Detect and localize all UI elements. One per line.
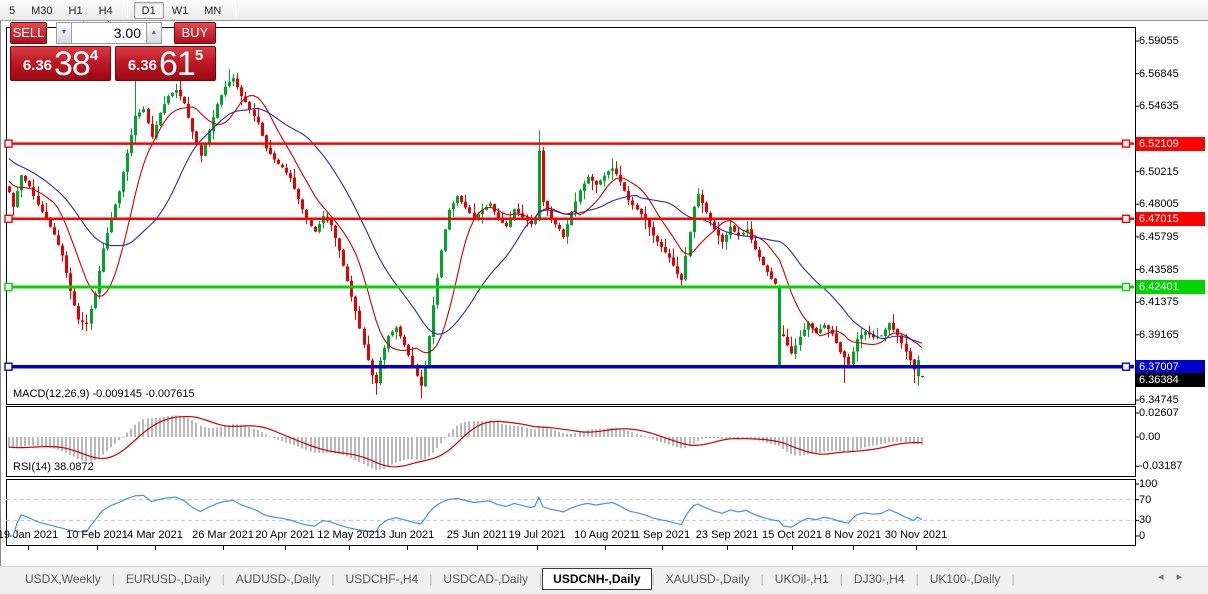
- date-axis-label: 4 Mar 2021: [127, 529, 183, 541]
- tab-uk100-daily[interactable]: UK100-,Daily: [919, 568, 1012, 590]
- hline-price-tag: 6.37007: [1136, 360, 1205, 374]
- price-axis-tick: 6.39165: [1139, 329, 1205, 341]
- toolbar-separator: [235, 3, 236, 17]
- tab-audusd-daily[interactable]: AUDUSD-,Daily: [225, 568, 332, 590]
- line-drag-handle: [5, 140, 12, 147]
- macd-label: MACD(12,26,9) -0.009145 -0.007615: [13, 388, 195, 400]
- price-axis-tick: 6.56845: [1139, 68, 1205, 80]
- buy-price-point: 5: [195, 49, 203, 63]
- timeframe-button-m30[interactable]: M30: [23, 2, 60, 19]
- trading-app-window: 5M30H1H4D1W1MN ▲ USDCNH-,Daily 6.36331 6…: [0, 0, 1208, 594]
- volume-input[interactable]: 3.00: [72, 22, 146, 44]
- sell-price-pips: 38: [54, 49, 90, 79]
- price-axis-tick: 6.43585: [1139, 264, 1205, 276]
- price-axis-tick: 6.48005: [1139, 198, 1205, 210]
- tab-separator: |: [1011, 572, 1014, 586]
- hline-price-tag: 6.52109: [1136, 137, 1205, 151]
- price-axis-tick: 6.50215: [1139, 166, 1205, 178]
- rsi-axis-tick: 100: [1139, 478, 1205, 490]
- buy-button[interactable]: BUY: [174, 22, 216, 44]
- rsi-axis-tick: 70: [1139, 494, 1205, 506]
- buy-price-prefix: 6.36: [128, 53, 157, 79]
- price-axis-tick: 6.54635: [1139, 100, 1205, 112]
- date-axis-label: 30 Nov 2021: [885, 529, 947, 541]
- date-axis-label: 26 Mar 2021: [192, 529, 254, 541]
- volume-increase-button[interactable]: ▲: [146, 22, 162, 44]
- tab-ukoil-h1[interactable]: UKOil-,H1: [764, 568, 840, 590]
- line-drag-handle: [1123, 140, 1130, 147]
- tab-xauusd-daily[interactable]: XAUUSD-,Daily: [655, 568, 761, 590]
- current-price-tag: 6.36384: [1136, 373, 1205, 387]
- line-drag-handle: [1123, 363, 1130, 370]
- chart-canvas[interactable]: [0, 0, 1208, 594]
- tab-scroll-left-icon[interactable]: ◂: [1158, 570, 1164, 583]
- tab-usdcnh-daily[interactable]: USDCNH-,Daily: [542, 568, 651, 590]
- hline-price-tag: 6.42401: [1136, 280, 1205, 294]
- price-axis-tick: 6.59055: [1139, 35, 1205, 47]
- date-axis-label: 19 Jul 2021: [509, 529, 566, 541]
- line-drag-handle: [1123, 215, 1130, 222]
- date-axis-label: 8 Nov 2021: [825, 529, 881, 541]
- timeframe-button-d1[interactable]: D1: [134, 2, 164, 19]
- volume-decrease-button[interactable]: ▼: [56, 22, 72, 44]
- bearish-candles: [8, 73, 924, 398]
- rsi-axis-tick: 0: [1139, 530, 1205, 542]
- timeframe-button-mn[interactable]: MN: [196, 2, 229, 19]
- bullish-candles: [16, 68, 920, 387]
- date-axis-label: 15 Oct 2021: [762, 529, 822, 541]
- line-drag-handle: [5, 284, 12, 291]
- line-drag-handle: [5, 363, 12, 370]
- tab-usdcad-daily[interactable]: USDCAD-,Daily: [432, 568, 539, 590]
- date-axis-label: 1 Sep 2021: [634, 529, 690, 541]
- sell-button[interactable]: SELL: [10, 22, 47, 44]
- buy-price-pips: 61: [159, 49, 195, 79]
- sell-price-display[interactable]: 6.36 38 4: [10, 46, 111, 81]
- timeframe-button-w1[interactable]: W1: [164, 2, 197, 19]
- tab-usdx-weekly[interactable]: USDX,Weekly: [14, 568, 112, 590]
- price-axis-tick: 6.45795: [1139, 231, 1205, 243]
- price-axis-tick: 6.34745: [1139, 394, 1205, 406]
- tab-scroll-buttons: ◂ ▸: [1158, 570, 1182, 583]
- date-axis-label: 23 Sep 2021: [696, 529, 758, 541]
- tab-scroll-right-icon[interactable]: ▸: [1176, 570, 1182, 583]
- one-click-trading-panel: SELL ▼ 3.00 ▲ BUY 6.36 38 4 6.36 61 5: [10, 22, 220, 81]
- date-axis-label: 3 Jun 2021: [380, 529, 434, 541]
- date-axis-label: 10 Feb 2021: [66, 529, 128, 541]
- timeframe-button-5[interactable]: 5: [1, 2, 23, 19]
- tab-usdchf-h4[interactable]: USDCHF-,H4: [335, 568, 430, 590]
- hline-price-tag: 6.47015: [1136, 212, 1205, 226]
- chart-tab-bar: USDX,Weekly|EURUSD-,Daily|AUDUSD-,Daily|…: [0, 566, 1208, 591]
- date-axis-label: 19 Jan 2021: [0, 529, 58, 541]
- macd-axis-tick: -0.03187: [1139, 460, 1205, 472]
- macd-axis-tick: 0.02607: [1139, 407, 1205, 419]
- line-drag-handle: [5, 215, 12, 222]
- price-axis-tick: 6.41375: [1139, 296, 1205, 308]
- timeframe-button-h1[interactable]: H1: [61, 2, 91, 19]
- date-axis-label: 20 Apr 2021: [255, 529, 314, 541]
- timeframe-button-h4[interactable]: H4: [91, 2, 121, 19]
- date-tick-marks: [29, 546, 917, 550]
- line-drag-handle: [1123, 284, 1130, 291]
- timeframe-toolbar: 5M30H1H4 D1W1MN: [0, 0, 1208, 21]
- macd-axis-tick: 0.00: [1139, 431, 1205, 443]
- tab-dj30-h4[interactable]: DJ30-,H4: [843, 568, 916, 590]
- date-axis-label: 10 Aug 2021: [574, 529, 636, 541]
- ma-fast-line: [9, 96, 922, 353]
- date-axis-label: 12 May 2021: [317, 529, 381, 541]
- tab-eurusd-daily[interactable]: EURUSD-,Daily: [115, 568, 222, 590]
- toolbar-separator: [127, 3, 128, 17]
- date-axis-label: 25 Jun 2021: [447, 529, 508, 541]
- rsi-label: RSI(14) 38.0872: [13, 461, 94, 473]
- macd-histogram: [8, 415, 923, 470]
- sell-price-prefix: 6.36: [23, 53, 52, 79]
- sell-price-point: 4: [90, 49, 98, 63]
- rsi-axis-tick: 30: [1139, 514, 1205, 526]
- buy-price-display[interactable]: 6.36 61 5: [115, 46, 216, 81]
